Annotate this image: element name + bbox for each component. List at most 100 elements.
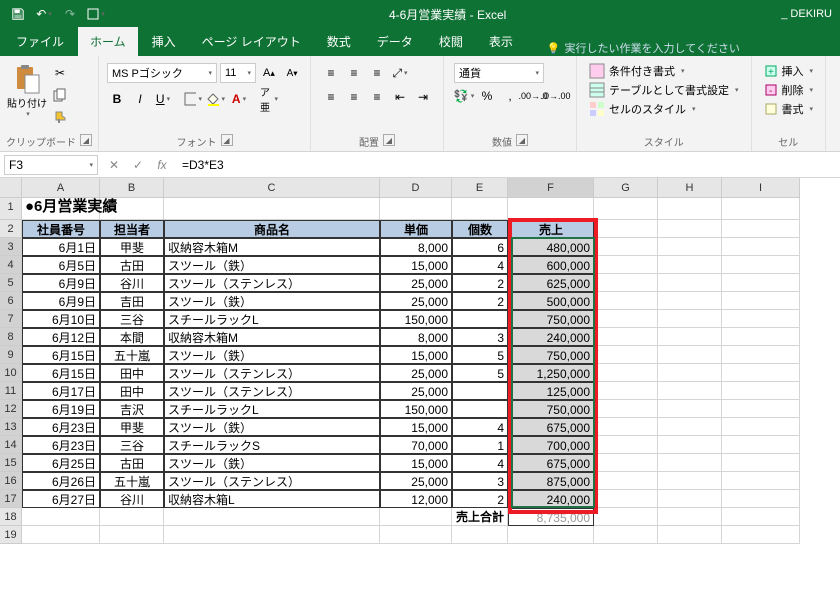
table-row[interactable]: 6月25日古田スツール（鉄）15,0004675,000 [22,454,800,472]
conditional-formatting-button[interactable]: 条件付き書式▾ [589,63,685,79]
table-row[interactable]: 6月5日古田スツール（鉄）15,0004600,000 [22,256,800,274]
row-header[interactable]: 6 [0,292,22,310]
underline-icon[interactable]: U▾ [153,89,173,109]
increase-decimal-icon[interactable]: .00→.0 [523,86,543,106]
cell-product[interactable]: スツール（鉄） [164,256,380,274]
cell-qty[interactable]: 2 [452,490,508,508]
cell-date[interactable]: 6月12日 [22,328,100,346]
cell-person[interactable]: 五十嵐 [100,346,164,364]
cell-qty[interactable]: 5 [452,346,508,364]
alignment-dialog-launcher[interactable]: ◢ [383,134,395,146]
align-center-icon[interactable]: ≡ [344,87,364,107]
cell-product[interactable]: スツール（鉄） [164,292,380,310]
percent-icon[interactable]: % [477,86,497,106]
clipboard-dialog-launcher[interactable]: ◢ [80,134,92,146]
cell-product[interactable]: スツール（ステンレス） [164,382,380,400]
paste-button[interactable]: 貼り付け ▾ [6,59,48,118]
cell-sales[interactable]: 240,000 [508,490,594,508]
cell-qty[interactable] [452,310,508,328]
row-header[interactable]: 8 [0,328,22,346]
italic-icon[interactable]: I [130,89,150,109]
fx-icon[interactable]: fx [150,158,174,172]
cell-price[interactable]: 15,000 [380,256,452,274]
cell-price[interactable]: 25,000 [380,472,452,490]
table-header[interactable]: 個数 [452,220,508,238]
tab-formulas[interactable]: 数式 [315,27,363,56]
cell-sales[interactable]: 700,000 [508,436,594,454]
cell-person[interactable]: 三谷 [100,310,164,328]
cell-person[interactable]: 谷川 [100,274,164,292]
align-right-icon[interactable]: ≡ [367,87,387,107]
row-header[interactable]: 9 [0,346,22,364]
cell-person[interactable]: 吉沢 [100,400,164,418]
table-row[interactable]: 6月9日谷川スツール（ステンレス）25,0002625,000 [22,274,800,292]
cell-qty[interactable] [452,382,508,400]
cell-product[interactable]: スツール（鉄） [164,346,380,364]
comma-icon[interactable]: , [500,86,520,106]
cell-date[interactable]: 6月17日 [22,382,100,400]
cell-person[interactable]: 谷川 [100,490,164,508]
cell-sales[interactable]: 1,250,000 [508,364,594,382]
row-header[interactable]: 11 [0,382,22,400]
cell-sales[interactable]: 500,000 [508,292,594,310]
row-header[interactable]: 1 [0,198,22,220]
align-bottom-icon[interactable]: ≡ [367,63,387,83]
table-row[interactable]: 6月17日田中スツール（ステンレス）25,000125,000 [22,382,800,400]
row-header[interactable]: 16 [0,472,22,490]
table-row[interactable]: 6月19日吉沢スチールラックL150,000750,000 [22,400,800,418]
cell-date[interactable]: 6月5日 [22,256,100,274]
cell-price[interactable]: 12,000 [380,490,452,508]
border-icon[interactable]: ▾ [183,89,203,109]
decrease-font-icon[interactable]: A▾ [282,63,302,83]
table-row[interactable]: 6月1日甲斐収納容木箱M8,0006480,000 [22,238,800,256]
row-header[interactable]: 19 [0,526,22,544]
increase-indent-icon[interactable]: ⇥ [413,87,433,107]
tab-insert[interactable]: 挿入 [140,27,188,56]
table-row[interactable]: 6月27日谷川収納容木箱L12,0002240,000 [22,490,800,508]
cell-product[interactable]: スツール（鉄） [164,418,380,436]
total-value[interactable]: 8,735,000 [508,508,594,526]
tab-data[interactable]: データ [365,27,425,56]
cell-qty[interactable]: 4 [452,454,508,472]
cell-qty[interactable]: 6 [452,238,508,256]
cell-price[interactable]: 15,000 [380,454,452,472]
cell-person[interactable]: 田中 [100,382,164,400]
cell-date[interactable]: 6月1日 [22,238,100,256]
cell-qty[interactable] [452,400,508,418]
enter-formula-icon[interactable]: ✓ [126,158,150,172]
cell-product[interactable]: 収納容木箱M [164,328,380,346]
align-middle-icon[interactable]: ≡ [344,63,364,83]
cell-person[interactable]: 甲斐 [100,418,164,436]
cancel-formula-icon[interactable]: ✕ [102,158,126,172]
table-header[interactable]: 担当者 [100,220,164,238]
table-row[interactable]: 6月12日本間収納容木箱M8,0003240,000 [22,328,800,346]
sheet-title-cell[interactable]: ●6月営業実績 [22,198,100,220]
cell-person[interactable]: 本間 [100,328,164,346]
delete-cells-button[interactable]: -削除▾ [764,82,814,98]
number-format-combo[interactable]: 通貨▾ [454,63,544,83]
format-cells-button[interactable]: 書式▾ [764,101,814,117]
row-header[interactable]: 15 [0,454,22,472]
cell-qty[interactable]: 2 [452,292,508,310]
cell-price[interactable]: 70,000 [380,436,452,454]
cell-sales[interactable]: 480,000 [508,238,594,256]
cell-price[interactable]: 150,000 [380,400,452,418]
row-header[interactable]: 7 [0,310,22,328]
font-dialog-launcher[interactable]: ◢ [221,134,233,146]
column-header[interactable]: C [164,178,380,198]
cell-sales[interactable]: 750,000 [508,346,594,364]
cell-sales[interactable]: 750,000 [508,400,594,418]
format-as-table-button[interactable]: テーブルとして書式設定▾ [589,82,739,98]
table-header[interactable]: 単価 [380,220,452,238]
cell-product[interactable]: スチールラックL [164,310,380,328]
tell-me-search[interactable]: 💡 実行したい作業を入力してください [547,40,740,56]
tab-file[interactable]: ファイル [4,27,76,56]
row-header[interactable]: 17 [0,490,22,508]
cell-price[interactable]: 25,000 [380,382,452,400]
table-row[interactable]: 6月9日吉田スツール（鉄）25,0002500,000 [22,292,800,310]
cell-date[interactable]: 6月25日 [22,454,100,472]
fill-color-icon[interactable]: ▾ [206,89,226,109]
cell-sales[interactable]: 675,000 [508,454,594,472]
column-header[interactable]: A [22,178,100,198]
row-header[interactable]: 4 [0,256,22,274]
